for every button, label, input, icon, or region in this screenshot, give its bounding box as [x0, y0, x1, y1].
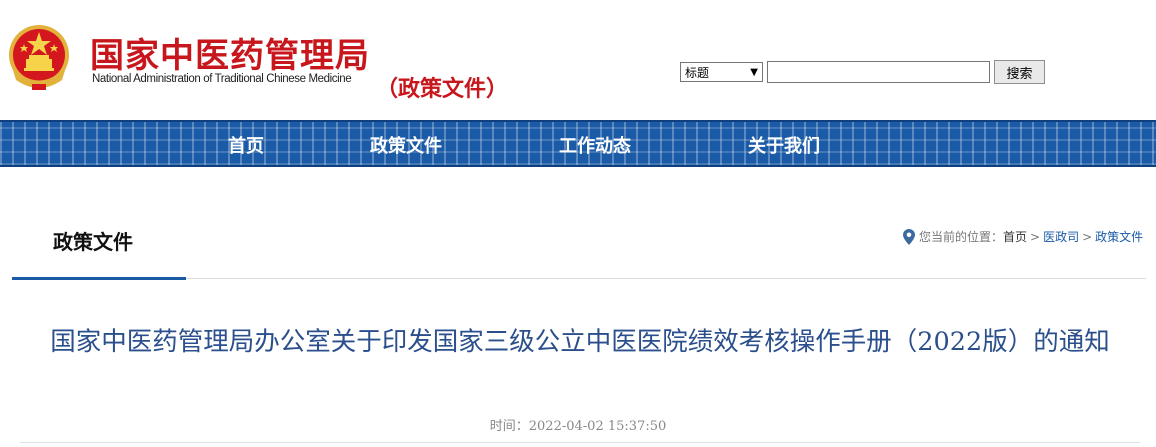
breadcrumb-item-policy-documents[interactable]: 政策文件: [1095, 228, 1143, 245]
column-divider: [186, 278, 1146, 279]
main-nav: 首页 政策文件 工作动态 关于我们: [0, 120, 1156, 167]
site-header: 国家中医药管理局 National Administration of Trad…: [0, 0, 1156, 120]
column-title: 政策文件: [53, 230, 133, 254]
site-logo-title: 国家中医药管理局: [90, 36, 370, 76]
national-emblem-icon: [9, 25, 69, 90]
chevron-down-icon: ▼: [750, 66, 758, 78]
breadcrumb-prefix: 您当前的位置：: [919, 230, 1004, 244]
breadcrumb-separator: >: [1030, 229, 1041, 244]
location-pin-icon: [903, 228, 915, 245]
site-logo-subtitle: National Administration of Traditional C…: [92, 73, 352, 85]
nav-item-about-us[interactable]: 关于我们: [748, 132, 820, 158]
nav-item-work-news[interactable]: 工作动态: [559, 132, 631, 158]
search-input[interactable]: [767, 61, 990, 83]
breadcrumb-item-medical-affairs[interactable]: 医政司: [1043, 228, 1079, 245]
nav-item-policy-documents[interactable]: 政策文件: [370, 132, 442, 158]
search-button[interactable]: 搜索: [994, 60, 1045, 84]
article-time-label: 时间：: [489, 419, 529, 434]
breadcrumb-separator: >: [1082, 229, 1093, 244]
column-title-underline: [12, 277, 186, 280]
nav-item-home[interactable]: 首页: [228, 132, 264, 158]
search-field-select-value: 标题: [685, 65, 710, 80]
search-field-select[interactable]: 标题 ▼: [680, 62, 763, 82]
article-time-value: 2022-04-02 15:37:50: [528, 419, 667, 434]
article-divider: [20, 442, 1140, 443]
breadcrumb-item-home[interactable]: 首页: [1003, 228, 1027, 245]
article-title: 国家中医药管理局办公室关于印发国家三级公立中医医院绩效考核操作手册（2022版）…: [50, 327, 1110, 357]
article-timestamp: 时间：2022-04-02 15:37:50: [0, 415, 1156, 434]
section-tag: （政策文件）: [376, 77, 509, 102]
breadcrumb: 您当前的位置： 首页 > 医政司 > 政策文件: [903, 228, 1143, 245]
